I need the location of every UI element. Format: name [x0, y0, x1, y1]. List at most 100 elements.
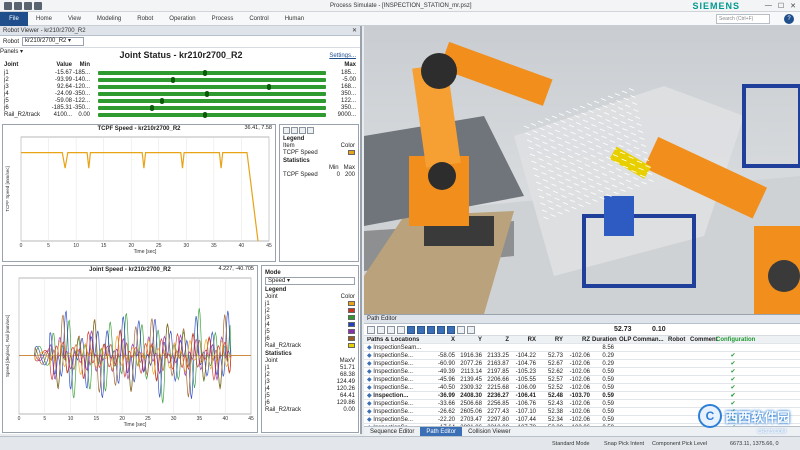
menu-operation[interactable]: Operation: [161, 16, 203, 22]
play-back-icon[interactable]: [407, 325, 415, 334]
column-header[interactable]: X: [430, 337, 457, 343]
menu-control[interactable]: Control: [241, 16, 276, 22]
cell-dur[interactable]: 0.59: [592, 393, 616, 399]
toolbar-icon[interactable]: [291, 127, 298, 134]
cell-rx[interactable]: -105.23: [511, 369, 538, 375]
cell-ry[interactable]: 52.62: [538, 369, 565, 375]
cell-name[interactable]: ◆ InspectionSe...: [364, 368, 430, 375]
column-header[interactable]: RZ: [565, 337, 592, 343]
slider-handle[interactable]: [202, 111, 207, 118]
slider-handle[interactable]: [170, 76, 175, 83]
cell-x[interactable]: -40.50: [430, 385, 457, 391]
robot-cell-scene[interactable]: [364, 26, 800, 314]
menu-process[interactable]: Process: [204, 16, 242, 22]
color-swatch[interactable]: [348, 322, 355, 327]
column-header[interactable]: Configuration: [716, 337, 755, 343]
pause-icon[interactable]: [427, 325, 435, 334]
cell-x[interactable]: -36.99: [430, 393, 457, 399]
file-menu[interactable]: File: [0, 11, 28, 26]
cell-x[interactable]: -45.96: [430, 377, 457, 383]
cell-x[interactable]: -60.90: [430, 361, 457, 367]
cell-name[interactable]: ◆ InspectionSeam...: [364, 344, 430, 351]
tab-sequence-editor[interactable]: Sequence Editor: [364, 427, 420, 436]
joint-slider[interactable]: [98, 97, 326, 104]
column-header[interactable]: RX: [511, 337, 538, 343]
tcpf-plot[interactable]: 0 5 10 15 20 25 30 35 40 45Time [sec]TCPF Speed […: [3, 133, 275, 261]
table-row[interactable]: ◆ InspectionSe... -58.05 1916.36 2133.25 -10…: [364, 352, 800, 360]
column-header[interactable]: RY: [538, 337, 565, 343]
cell-y[interactable]: 2113.14: [457, 369, 484, 375]
step-forward-icon[interactable]: [437, 325, 445, 334]
cell-rz[interactable]: -103.70: [565, 393, 592, 399]
toolbar-icon[interactable]: [467, 325, 475, 334]
cell-y[interactable]: 2703.47: [457, 417, 484, 423]
cell-ry[interactable]: 52.38: [538, 409, 565, 415]
cell-dur[interactable]: 0.29: [592, 361, 616, 367]
3d-viewport[interactable]: [364, 26, 800, 314]
cell-name[interactable]: ◆ InspectionSe...: [364, 352, 430, 359]
cell-y[interactable]: 2139.45: [457, 377, 484, 383]
mode-select[interactable]: Speed ▾: [265, 277, 355, 285]
cell-dur[interactable]: 0.59: [592, 377, 616, 383]
menu-home[interactable]: Home: [28, 16, 60, 22]
cell-name[interactable]: ◆ Inspection...: [364, 392, 430, 399]
status-snap[interactable]: Snap Pick Intent: [604, 441, 644, 447]
menu-modeling[interactable]: Modeling: [89, 16, 129, 22]
slider-handle[interactable]: [266, 83, 271, 90]
cell-z[interactable]: 2277.43: [484, 409, 511, 415]
joint-speed-plot[interactable]: 0 5 10 15 20 25 30 35 40 45Time [sec]Speed [deg/s…: [3, 274, 257, 432]
redo-icon[interactable]: [24, 1, 32, 10]
help-icon[interactable]: ?: [784, 14, 794, 24]
slider-handle[interactable]: [159, 97, 164, 104]
slider-handle[interactable]: [202, 69, 207, 76]
cell-dur[interactable]: 0.59: [592, 417, 616, 423]
toolbar-icon[interactable]: [367, 325, 375, 334]
cell-ry[interactable]: 52.43: [538, 401, 565, 407]
cell-rx[interactable]: -106.76: [511, 401, 538, 407]
color-swatch[interactable]: [348, 301, 355, 306]
cell-rz[interactable]: -102.06: [565, 361, 592, 367]
color-swatch[interactable]: [348, 150, 355, 155]
cell-dur[interactable]: 0.59: [592, 385, 616, 391]
tab-path-editor[interactable]: Path Editor: [420, 427, 463, 436]
table-row[interactable]: ◆ InspectionSe... -45.96 2139.45 2206.66 -10…: [364, 376, 800, 384]
cell-y[interactable]: 2605.06: [457, 409, 484, 415]
menu-robot[interactable]: Robot: [129, 16, 161, 22]
slider-handle[interactable]: [150, 104, 155, 111]
cell-ry[interactable]: 52.67: [538, 361, 565, 367]
status-pick-level[interactable]: Component Pick Level: [652, 441, 707, 447]
cell-name[interactable]: ◆ InspectionSe...: [364, 384, 430, 391]
cell-z[interactable]: 2163.87: [484, 361, 511, 367]
cell-ry[interactable]: 52.52: [538, 385, 565, 391]
play-icon[interactable]: [447, 325, 455, 334]
cell-x[interactable]: -22.20: [430, 417, 457, 423]
cell-z[interactable]: 2297.80: [484, 417, 511, 423]
toolbar-icon[interactable]: [397, 325, 405, 334]
menu-human[interactable]: Human: [277, 16, 312, 22]
color-swatch[interactable]: [348, 315, 355, 320]
toolbar-icon[interactable]: [299, 127, 306, 134]
toolbar-icon[interactable]: [283, 127, 290, 134]
column-header[interactable]: Duration: [592, 337, 617, 343]
menu-view[interactable]: View: [60, 16, 89, 22]
column-header[interactable]: Z: [484, 337, 511, 343]
cell-name[interactable]: ◆ InspectionSe...: [364, 376, 430, 383]
color-swatch[interactable]: [348, 343, 355, 348]
cell-z[interactable]: 2236.27: [484, 393, 511, 399]
cell-ry[interactable]: 52.48: [538, 393, 565, 399]
cell-name[interactable]: ◆ InspectionSe...: [364, 416, 430, 423]
cell-rz[interactable]: -102.06: [565, 385, 592, 391]
minimize-icon[interactable]: —: [765, 2, 772, 10]
cell-ry[interactable]: 52.73: [538, 353, 565, 359]
close-icon[interactable]: ✕: [790, 2, 796, 10]
cell-z[interactable]: 2256.85: [484, 401, 511, 407]
cell-y[interactable]: 2408.30: [457, 393, 484, 399]
cell-y[interactable]: 1916.36: [457, 353, 484, 359]
cell-x[interactable]: -58.05: [430, 353, 457, 359]
column-header[interactable]: Robot: [668, 337, 690, 343]
cell-x[interactable]: -33.66: [430, 401, 457, 407]
cell-rz[interactable]: -102.06: [565, 377, 592, 383]
cell-rx[interactable]: -104.22: [511, 353, 538, 359]
toolbar-icon[interactable]: [457, 325, 465, 334]
cell-rz[interactable]: -102.06: [565, 417, 592, 423]
